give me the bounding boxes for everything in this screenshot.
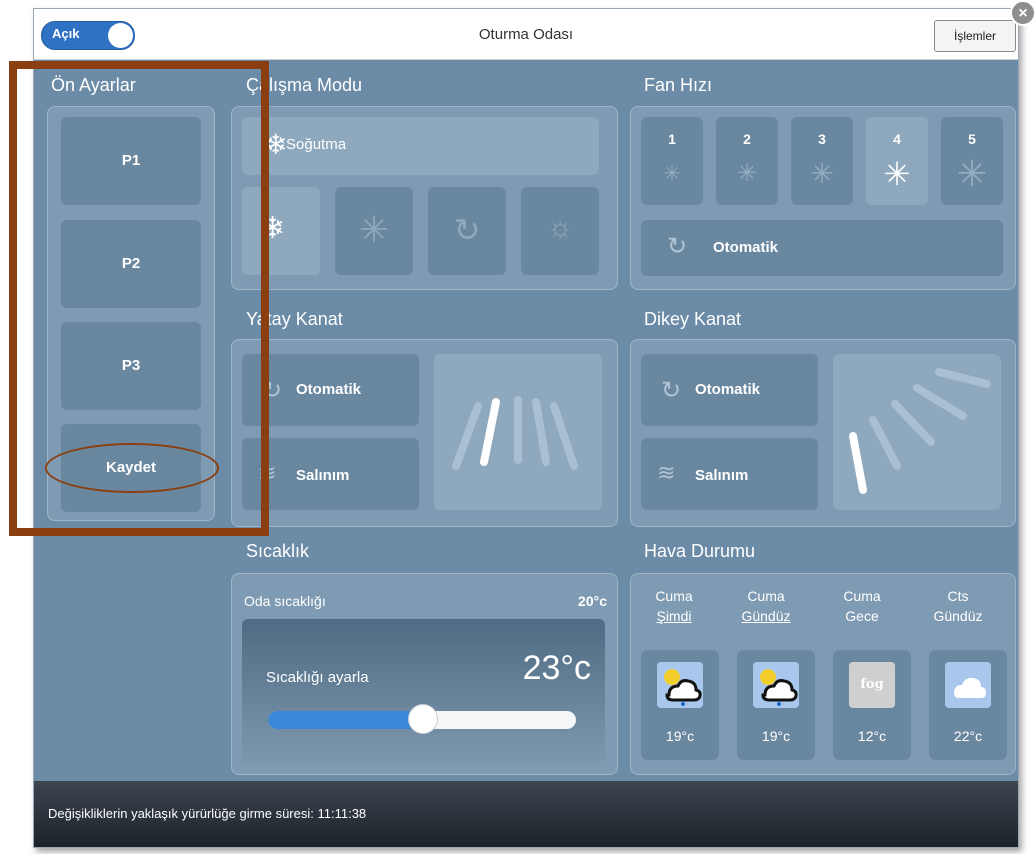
fan-auto-label: Otomatik [713,239,779,256]
horizontal-vane-panel: ↻ Otomatik ≋ Salınım [231,339,618,527]
fan-panel: 1 ✳ 2 ✳ 3 ✳ 4 ✳ 5 ✳ ↻ Otomatik [630,106,1016,290]
mode-auto-button[interactable]: ↻ [428,187,506,275]
weather-panel: Cuma Şimdi Cuma Gündüz Cuma Gece Cts Gündüz … [630,573,1016,775]
temperature-title: Sıcaklık [246,541,310,561]
fog-icon: fog [849,662,895,708]
sun-cloud-rain-icon [753,662,799,708]
mode-fan-button[interactable]: ✳ [335,187,413,275]
asterisk-icon: ✳ [883,156,911,192]
sun-icon: ☼ [546,211,574,244]
weather-day-label: Cts Gündüz [919,586,997,626]
weather-day-period: Gündüz [933,608,983,624]
weather-tile-4: 22°c [929,650,1007,760]
vertical-vane-panel: ↻ Otomatik ≋ Salınım [630,339,1016,527]
horizontal-vane-swing-label: Salınım [296,467,350,484]
close-icon: × [1018,5,1028,22]
recycle-icon: ↻ [667,233,688,260]
horizontal-vane-indicator [434,354,602,510]
weather-day-name: Cuma [843,588,881,604]
fan-speed-4-button[interactable]: 4 ✳ [866,117,928,205]
asterisk-icon: ✳ [358,209,390,250]
weather-tile-1: 19°c [641,650,719,760]
room-temperature-value: 20°c [578,593,607,609]
set-temperature-label: Sıcaklığı ayarla [266,669,369,686]
set-temperature-value: 23°c [522,649,591,687]
fan-speed-2-button[interactable]: 2 ✳ [716,117,778,205]
status-text: Değişikliklerin yaklaşık yürürlüğe girme… [48,806,367,821]
weather-day-period: Gece [845,608,879,624]
weather-title: Hava Durumu [644,541,756,561]
fan-speed-label: 1 [668,131,676,147]
fan-speed-3-button[interactable]: 3 ✳ [791,117,853,205]
weather-day-name: Cuma [747,588,785,604]
vertical-vane-swing-label: Salınım [695,467,749,484]
weather-day-label: Cuma Şimdi [635,586,713,626]
mode-selected-label: Soğutma [286,136,347,153]
room-title: Oturma Odası [478,26,574,43]
vertical-vane-indicator [833,354,1001,510]
weather-day-label: Cuma Gündüz [727,586,805,626]
mode-selected-display: ❄ Soğutma [242,117,599,175]
asterisk-icon: ✳ [736,160,758,187]
weather-day-label: Cuma Gece [823,586,901,626]
asterisk-icon: ✳ [810,158,834,189]
recycle-icon: ↻ [661,377,682,404]
weather-temperature: 12°c [857,728,887,744]
fan-speed-label: 2 [743,131,751,147]
room-temperature-label: Oda sıcaklığı [244,593,326,609]
temperature-panel: Oda sıcaklığı 20°c Sıcaklığı ayarla 23°c [231,573,618,775]
fan-speed-5-button[interactable]: 5 ✳ [941,117,1003,205]
fan-auto-button[interactable]: ↻ Otomatik [641,220,1003,276]
recycle-icon: ↻ [453,212,481,248]
sun-cloud-rain-icon [657,662,703,708]
weather-day-period: Gündüz [741,608,791,624]
fan-title: Fan Hızı [644,75,713,95]
weather-day-period: Şimdi [656,608,692,624]
weather-tile-3: fog 12°c [833,650,911,760]
fan-speed-label: 3 [818,131,826,147]
weather-day-name: Cts [947,588,969,604]
close-button[interactable]: × [1010,0,1035,26]
weather-tile-2: 19°c [737,650,815,760]
temperature-slider-handle[interactable] [408,704,438,734]
mode-heat-button[interactable]: ☼ [521,187,599,275]
weather-day-name: Cuma [655,588,693,604]
vane-position-icon [452,396,578,470]
actions-button[interactable]: İşlemler [934,20,1016,52]
weather-temperature: 19°c [665,728,695,744]
asterisk-icon: ✳ [663,163,681,185]
set-temperature-box: Sıcaklığı ayarla 23°c [242,619,605,764]
vertical-vane-swing-button[interactable]: ≋ Salınım [641,438,818,510]
vertical-vane-auto-label: Otomatik [695,381,761,398]
mode-panel: ❄ Soğutma ❄ ✳ ↻ ☼ [231,106,618,290]
weather-temperature: 19°c [761,728,791,744]
title-bar: Açık Oturma Odası İşlemler [34,9,1018,60]
vertical-vane-title: Dikey Kanat [644,309,742,329]
fan-speed-1-button[interactable]: 1 ✳ [641,117,703,205]
swing-icon: ≋ [657,460,676,485]
save-highlight-oval [45,443,219,493]
cloud-icon [945,662,991,708]
fan-speed-label: 5 [968,131,976,147]
weather-temperature: 22°c [953,728,983,744]
status-bar: Değişikliklerin yaklaşık yürürlüğe girme… [34,781,1018,847]
vertical-vane-auto-button[interactable]: ↻ Otomatik [641,354,818,426]
horizontal-vane-auto-label: Otomatik [296,381,362,398]
temperature-slider-fill [268,711,422,729]
vane-position-icon [849,368,991,494]
asterisk-icon: ✳ [956,153,988,194]
fan-speed-label: 4 [893,131,901,147]
